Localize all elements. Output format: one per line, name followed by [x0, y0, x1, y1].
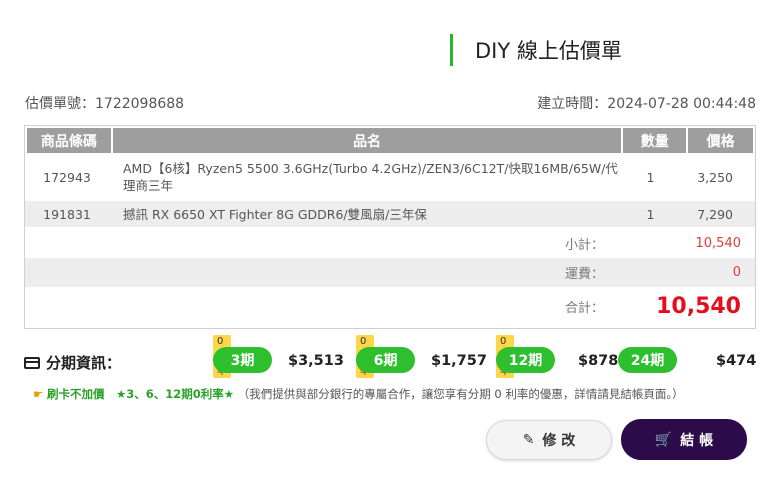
page-header: DIY 線上估價單 [450, 34, 622, 66]
plan-amount: $474 [716, 353, 757, 369]
edit-button-label: 修 改 [542, 433, 576, 449]
checkout-button-label: 結 帳 [680, 432, 714, 449]
checkout-button[interactable]: 🛒 結 帳 [621, 419, 747, 460]
col-header-qty: 數量 [623, 128, 687, 153]
col-header-name: 品名 [112, 128, 622, 153]
installment-section: 分期資訊： 0利率 3期 $3,513 0利率 6期 $1,757 0利率 12… [24, 335, 757, 378]
row-name: 撼訊 RX 6650 XT Fighter 8G GDDR6/雙風扇/三年保 [123, 206, 427, 222]
table-row: 172943 AMD【6核】Ryzen5 5500 3.6GHz(Turbo 4… [25, 153, 755, 201]
promo-note: （我們提供與部分銀行的專屬合作，讓您享有分期 0 利率的優惠，詳情請見結帳頁面。… [237, 387, 684, 401]
subtotal-value: 10,540 [695, 236, 742, 251]
row-code: 191831 [43, 206, 91, 222]
shipping-label: 運費： [565, 267, 605, 282]
total-row: 合計： 10,540 [25, 287, 755, 326]
installment-label: 分期資訊： [46, 354, 122, 372]
row-code: 172943 [43, 169, 91, 185]
pencil-icon: ✎ [522, 432, 535, 448]
table-header: 商品條碼 品名 數量 價格 [25, 126, 755, 153]
row-name: AMD【6核】Ryzen5 5500 3.6GHz(Turbo 4.2GHz)/… [123, 161, 618, 193]
shipping-value: 0 [732, 265, 741, 280]
table-row: 191831 撼訊 RX 6650 XT Fighter 8G GDDR6/雙風… [25, 201, 755, 227]
period-pill: 24期 [618, 347, 677, 373]
created-time: 建立時間：2024-07-28 00:44:48 [537, 96, 756, 112]
credit-card-icon [24, 356, 40, 369]
plan-amount: $1,757 [431, 353, 487, 369]
row-price: 3,250 [697, 169, 733, 185]
row-price: 7,290 [697, 206, 733, 222]
page-title: DIY 線上估價單 [475, 39, 622, 63]
plan-amount: $3,513 [288, 353, 344, 369]
row-qty: 1 [646, 169, 655, 185]
period-pill: 3期 [213, 347, 272, 373]
edit-button[interactable]: ✎ 修 改 [486, 420, 612, 460]
installment-label-wrap: 分期資訊： [24, 352, 121, 373]
period-pill: 6期 [356, 347, 415, 373]
pointing-hand-icon: ☛ [33, 387, 44, 401]
period-pill: 12期 [496, 347, 555, 373]
col-header-code: 商品條碼 [27, 128, 111, 153]
quote-table: 商品條碼 品名 數量 價格 172943 AMD【6核】Ryzen5 5500 … [24, 125, 756, 329]
total-label: 合計： [565, 301, 605, 316]
quote-number: 估價單號：1722098688 [25, 96, 185, 112]
plan-amount: $878 [578, 353, 619, 369]
col-header-price: 價格 [688, 128, 753, 153]
total-value: 10,540 [656, 294, 741, 319]
row-qty: 1 [646, 206, 655, 222]
promo-highlight: 刷卡不加價 ★3、6、12期0利率★ [46, 387, 235, 401]
subtotal-label: 小計： [565, 238, 605, 253]
cart-icon: 🛒 [654, 431, 673, 448]
shipping-row: 運費： 0 [25, 258, 755, 287]
promo-line: ☛ 刷卡不加價 ★3、6、12期0利率★ （我們提供與部分銀行的專屬合作，讓您享… [33, 386, 684, 402]
title-accent-bar [450, 34, 453, 66]
subtotal-row: 小計： 10,540 [25, 229, 755, 258]
